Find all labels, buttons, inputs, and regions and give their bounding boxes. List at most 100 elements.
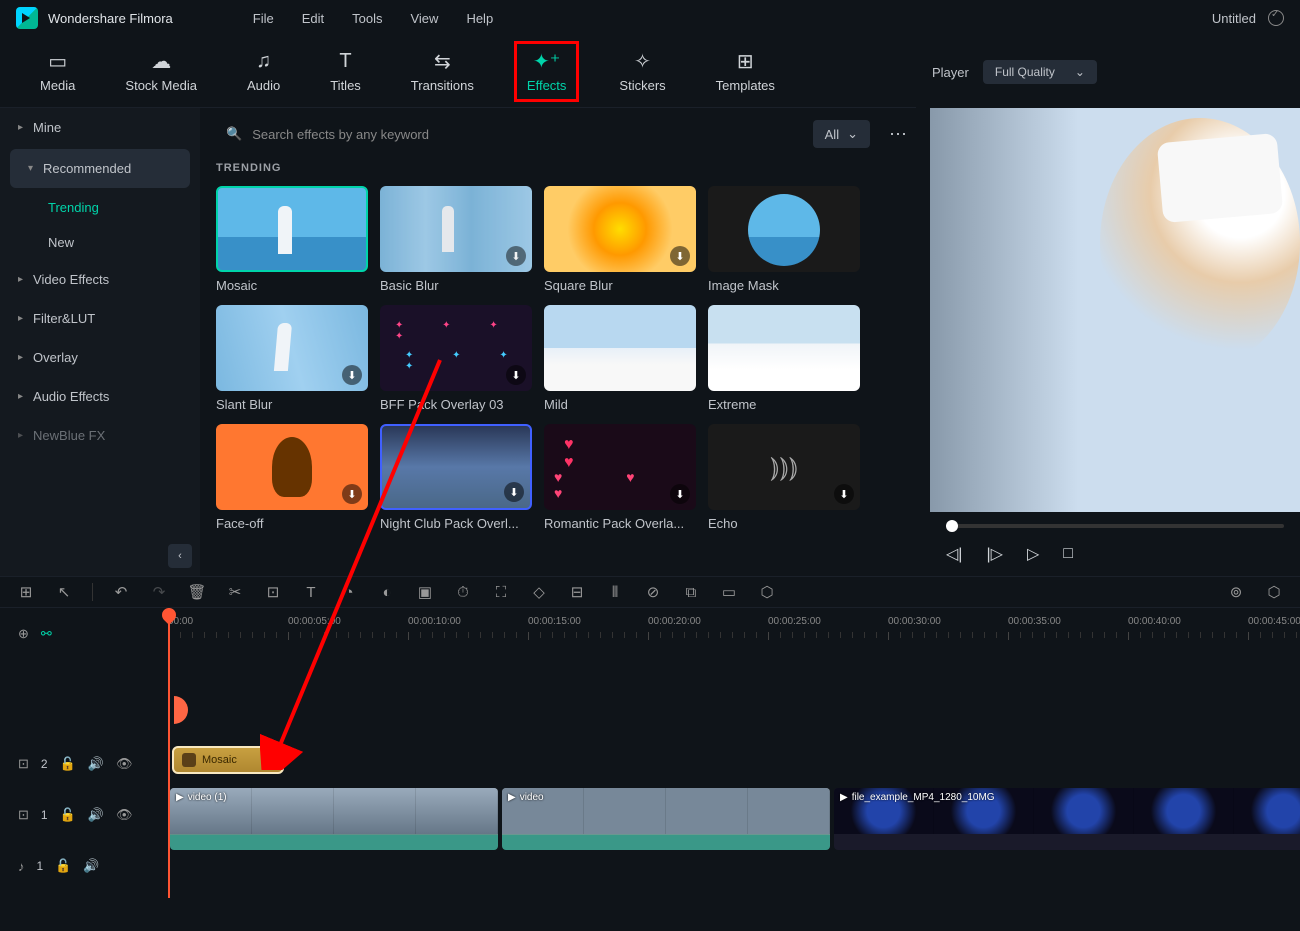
- add-track-icon[interactable]: ⊕: [18, 626, 29, 642]
- download-icon[interactable]: ⬇: [342, 484, 362, 504]
- effect-thumbnail[interactable]: ⦆⦆⦆⬇: [708, 424, 860, 510]
- apps-icon[interactable]: ⊞: [16, 583, 36, 601]
- effect-thumbnail[interactable]: ⬇: [216, 424, 368, 510]
- video-clip-1[interactable]: ▶video (1): [170, 788, 498, 850]
- render-icon[interactable]: ▭: [719, 583, 739, 601]
- download-icon[interactable]: ⬇: [670, 246, 690, 266]
- redo-icon[interactable]: ↷: [149, 583, 169, 601]
- effect-thumbnail[interactable]: ⬇: [380, 424, 532, 510]
- sidebar-sub-trending[interactable]: Trending: [0, 190, 200, 225]
- mute-icon[interactable]: 🔊: [83, 858, 99, 874]
- lock-icon[interactable]: 🔓: [60, 756, 76, 772]
- search-input[interactable]: 🔍 Search effects by any keyword: [216, 120, 801, 148]
- effect-card[interactable]: Mild: [544, 305, 696, 412]
- adjust-icon[interactable]: ⊟: [567, 583, 587, 601]
- video-clip-2[interactable]: ▶video: [502, 788, 830, 850]
- link-track-icon[interactable]: ⚯: [41, 626, 52, 642]
- group-icon[interactable]: ⧉: [681, 584, 701, 601]
- crop-icon[interactable]: ⊡: [263, 583, 283, 601]
- speed-icon[interactable]: ◔: [339, 584, 359, 601]
- play-button[interactable]: ▷: [1027, 544, 1039, 564]
- effect-thumbnail[interactable]: [216, 186, 368, 272]
- eye-icon[interactable]: 👁: [116, 756, 133, 772]
- stop-button[interactable]: □: [1063, 545, 1073, 563]
- delete-icon[interactable]: 🗑: [187, 583, 207, 601]
- effect-thumbnail[interactable]: [708, 305, 860, 391]
- timeline-ruler[interactable]: 00:0000:00:05:0000:00:10:0000:00:15:0000…: [168, 608, 1300, 660]
- effect-card[interactable]: Extreme: [708, 305, 860, 412]
- sidebar-item-recommended[interactable]: ▾Recommended: [10, 149, 190, 188]
- mask-icon[interactable]: ▣: [415, 583, 435, 601]
- effect-thumbnail[interactable]: ⬇: [544, 424, 696, 510]
- effect-card[interactable]: Image Mask: [708, 186, 860, 293]
- tab-transitions[interactable]: ⇆Transitions: [401, 44, 484, 99]
- more-button[interactable]: ⋯: [882, 124, 914, 145]
- effect-card[interactable]: ⦆⦆⦆⬇Echo: [708, 424, 860, 531]
- menu-tools[interactable]: Tools: [352, 11, 382, 26]
- quality-dropdown[interactable]: Full Quality ⌄: [983, 60, 1097, 84]
- menu-help[interactable]: Help: [466, 11, 493, 26]
- fit-icon[interactable]: ⛶: [491, 584, 511, 601]
- mixer-icon[interactable]: ⦀: [605, 584, 625, 601]
- eye-icon[interactable]: 👁: [116, 807, 133, 823]
- tab-stickers[interactable]: ✧Stickers: [609, 44, 675, 99]
- tab-media[interactable]: ▭Media: [30, 44, 85, 99]
- preview-viewport[interactable]: [930, 108, 1300, 512]
- effect-thumbnail[interactable]: ⬇: [544, 186, 696, 272]
- next-frame-button[interactable]: |▷: [986, 544, 1002, 564]
- tab-audio[interactable]: ♫Audio: [237, 44, 290, 99]
- link-icon[interactable]: ⊘: [643, 583, 663, 601]
- undo-icon[interactable]: ↶: [111, 583, 131, 601]
- sidebar-sub-new[interactable]: New: [0, 225, 200, 260]
- marker-icon[interactable]: ⬡: [757, 583, 777, 601]
- cursor-icon[interactable]: ↖: [54, 583, 74, 601]
- collapse-sidebar-button[interactable]: ‹: [168, 544, 192, 568]
- effect-thumbnail[interactable]: ⬇: [380, 186, 532, 272]
- sidebar-item-newblue[interactable]: ▸NewBlue FX: [0, 416, 200, 455]
- settings-icon[interactable]: ⊚: [1226, 583, 1246, 601]
- download-icon[interactable]: ⬇: [504, 482, 524, 502]
- prev-frame-button[interactable]: ◁|: [946, 544, 962, 564]
- effect-card[interactable]: ⬇Basic Blur: [380, 186, 532, 293]
- download-icon[interactable]: ⬇: [506, 365, 526, 385]
- sidebar-item-video-effects[interactable]: ▸Video Effects: [0, 260, 200, 299]
- tab-stock-media[interactable]: ☁Stock Media: [115, 44, 207, 99]
- download-icon[interactable]: ⬇: [506, 246, 526, 266]
- effect-card[interactable]: ⬇Square Blur: [544, 186, 696, 293]
- download-icon[interactable]: ⬇: [670, 484, 690, 504]
- mute-icon[interactable]: 🔊: [88, 807, 104, 823]
- tab-templates[interactable]: ⊞Templates: [706, 44, 785, 99]
- color-icon[interactable]: ◐: [377, 584, 397, 601]
- sidebar-item-mine[interactable]: ▸Mine: [0, 108, 200, 147]
- text-icon[interactable]: T: [301, 584, 321, 601]
- video-track[interactable]: ▶video (1) ▶video ▶file_example_MP4_1280…: [168, 788, 1300, 850]
- shield-icon[interactable]: ⬡: [1264, 583, 1284, 601]
- menu-view[interactable]: View: [410, 11, 438, 26]
- timer-icon[interactable]: ⏱: [453, 584, 473, 601]
- effect-thumbnail[interactable]: ⬇: [216, 305, 368, 391]
- playhead[interactable]: [168, 608, 170, 898]
- effect-card[interactable]: ⬇Romantic Pack Overla...: [544, 424, 696, 531]
- effect-card[interactable]: ⬇Slant Blur: [216, 305, 368, 412]
- keyframe-icon[interactable]: ◇: [529, 583, 549, 601]
- effect-thumbnail[interactable]: [544, 305, 696, 391]
- effect-card[interactable]: ⬇BFF Pack Overlay 03: [380, 305, 532, 412]
- effect-thumbnail[interactable]: [708, 186, 860, 272]
- effect-thumbnail[interactable]: ⬇: [380, 305, 532, 391]
- effect-track[interactable]: Mosaic: [168, 744, 1300, 784]
- effect-card[interactable]: ⬇Night Club Pack Overl...: [380, 424, 532, 531]
- menu-edit[interactable]: Edit: [302, 11, 324, 26]
- effect-card[interactable]: Mosaic: [216, 186, 368, 293]
- video-clip-3[interactable]: ▶file_example_MP4_1280_10MG: [834, 788, 1300, 850]
- effect-card[interactable]: ⬇Face-off: [216, 424, 368, 531]
- audio-track[interactable]: [168, 854, 1300, 894]
- mute-icon[interactable]: 🔊: [88, 756, 104, 772]
- effect-clip-mosaic[interactable]: Mosaic: [172, 746, 284, 774]
- sidebar-item-audio-effects[interactable]: ▸Audio Effects: [0, 377, 200, 416]
- lock-icon[interactable]: 🔓: [60, 807, 76, 823]
- sidebar-item-overlay[interactable]: ▸Overlay: [0, 338, 200, 377]
- menu-file[interactable]: File: [253, 11, 274, 26]
- sidebar-item-filter-lut[interactable]: ▸Filter&LUT: [0, 299, 200, 338]
- tab-titles[interactable]: TTitles: [320, 44, 371, 99]
- cut-icon[interactable]: ✂: [225, 583, 245, 601]
